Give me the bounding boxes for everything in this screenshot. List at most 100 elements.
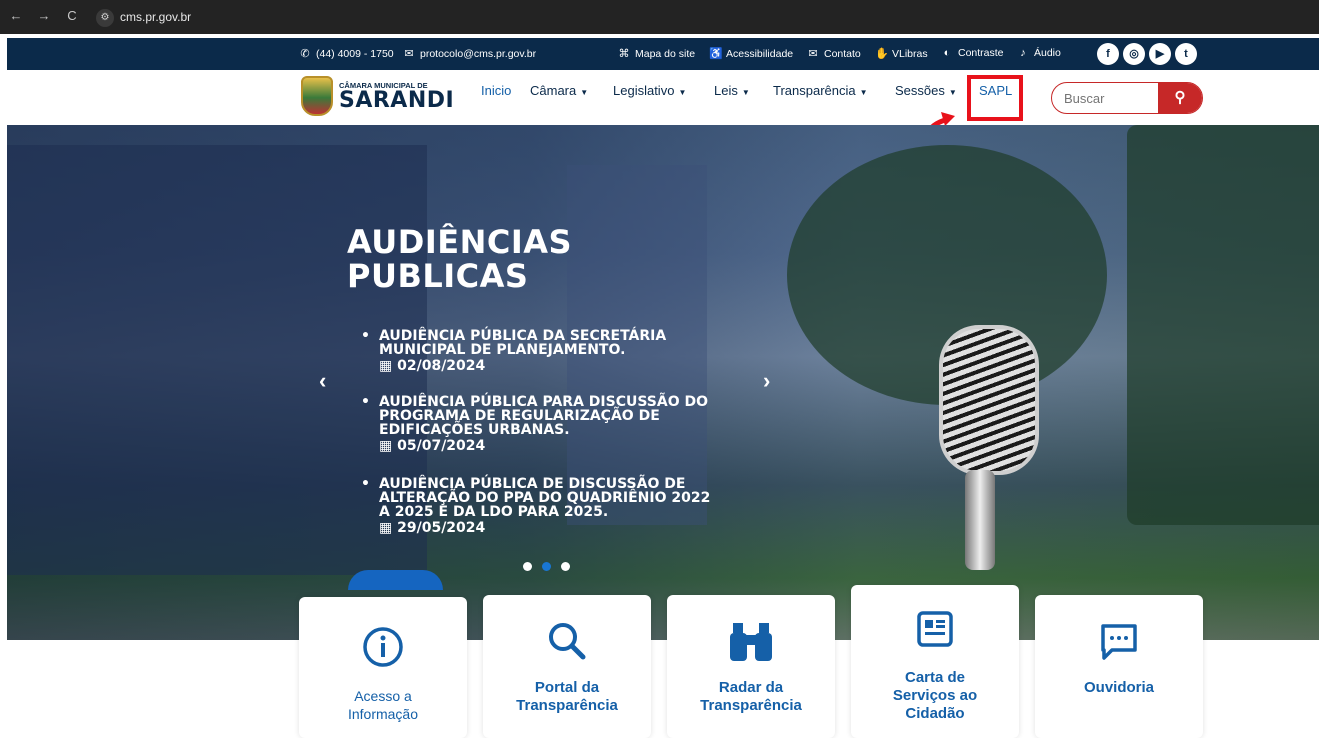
news-title-line: A 2025 E DA LDO PARA 2025.	[379, 504, 609, 520]
nav-legislativo[interactable]: Legislativo ▼	[613, 83, 686, 98]
nav-sessoes[interactable]: Sessões ▼	[895, 83, 957, 98]
contact-link[interactable]: ✉ Contato	[807, 47, 861, 61]
bullet-icon: •	[361, 394, 370, 410]
address-bar[interactable]: ⚙ cms.pr.gov.br	[96, 6, 1316, 28]
search-icon	[549, 623, 586, 660]
news-title-line: ALTERAÇÃO DO PPA DO QUADRIÊNIO 2022	[379, 490, 711, 506]
hero-title-line-1: AUDIÊNCIAS	[347, 223, 573, 261]
news-title-line: AUDIÊNCIA PÚBLICA DE DISCUSSÃO DE	[379, 476, 686, 492]
envelope-icon: ✉	[404, 48, 414, 60]
page: ✆ (44) 4009 - 1750 ✉ protocolo@cms.pr.go…	[7, 34, 1319, 738]
carousel-prev-arrow[interactable]: ‹	[319, 368, 326, 394]
audio-icon: ♪	[1020, 47, 1026, 59]
contact-envelope-icon: ✉	[808, 48, 818, 60]
microphone-icon	[929, 325, 1039, 570]
hero-title-line-2: PUBLICAS	[347, 257, 529, 295]
chevron-down-icon: ▼	[948, 87, 957, 97]
nav-leis[interactable]: Leis ▼	[714, 83, 750, 98]
hand-icon: ✋	[875, 48, 889, 60]
twitter-icon[interactable]: t	[1175, 43, 1197, 65]
card-label: Ouvidoria	[1083, 679, 1154, 696]
hero-title: AUDIÊNCIAS PUBLICAS	[347, 225, 572, 293]
site-logo[interactable]: CÂMARA MUNICIPAL DE SARANDI	[301, 76, 454, 116]
news-title-line: MUNICIPAL DE PLANEJAMENTO.	[379, 342, 626, 358]
carousel-dot-3[interactable]	[561, 562, 570, 571]
nav-transparencia[interactable]: Transparência ▼	[773, 83, 868, 98]
search-input[interactable]	[1052, 83, 1158, 113]
card-ouvidoria[interactable]: Ouvidoria	[1035, 595, 1203, 738]
coat-of-arms-icon	[301, 76, 333, 116]
news-date: 29/05/2024	[397, 520, 486, 536]
reload-button[interactable]: C	[64, 8, 80, 23]
accessibility-label: Acessibilidade	[726, 47, 794, 60]
instagram-icon[interactable]: ◎	[1123, 43, 1145, 65]
newspaper-icon	[917, 611, 953, 647]
email-contact[interactable]: ✉ protocolo@cms.pr.gov.br	[403, 47, 537, 61]
vlibras-label: VLibras	[892, 47, 928, 60]
accessibility-icon: ♿	[709, 48, 723, 60]
contact-label: Contato	[824, 47, 861, 60]
news-date: 02/08/2024	[397, 358, 486, 374]
top-info-bar: ✆ (44) 4009 - 1750 ✉ protocolo@cms.pr.go…	[7, 38, 1319, 70]
carousel-dot-1[interactable]	[523, 562, 532, 571]
hero-tab	[348, 570, 443, 590]
audio-link[interactable]: ♪ Áudio	[1017, 47, 1061, 59]
audio-label: Áudio	[1034, 47, 1061, 59]
url-text: cms.pr.gov.br	[120, 10, 192, 24]
card-carta-servicos[interactable]: Carta de Serviços ao Cidadão	[851, 585, 1019, 738]
sapl-highlight-box	[967, 75, 1023, 121]
carousel-next-arrow[interactable]: ›	[763, 368, 770, 394]
contrast-label: Contraste	[958, 47, 1004, 59]
phone-contact[interactable]: ✆ (44) 4009 - 1750	[299, 47, 394, 61]
email-text: protocolo@cms.pr.gov.br	[420, 47, 537, 60]
search-button[interactable]: ⚲	[1158, 83, 1202, 113]
chevron-down-icon: ▼	[859, 87, 868, 97]
card-label: Radar da Transparência	[700, 679, 802, 714]
tree-backdrop	[1127, 125, 1319, 525]
hero-carousel: AUDIÊNCIAS PUBLICAS • AUDIÊNCIA PÚBLICA …	[7, 125, 1319, 640]
binoculars-icon	[730, 623, 772, 661]
news-title-line: EDIFICAÇÕES URBANAS.	[379, 422, 570, 438]
sitemap-link[interactable]: ⌘ Mapa do site	[618, 47, 696, 61]
news-date: 05/07/2024	[397, 438, 486, 454]
carousel-dots	[523, 562, 570, 571]
youtube-icon[interactable]: ▶	[1149, 43, 1171, 65]
calendar-icon: ▦	[379, 438, 393, 454]
contrast-link[interactable]: ◐ Contraste	[941, 47, 1004, 59]
card-acesso-informacao[interactable]: Acesso a Informação	[299, 597, 467, 738]
sitemap-label: Mapa do site	[635, 47, 696, 60]
news-item[interactable]: • AUDIÊNCIA PÚBLICA DA SECRETÁRIA MUNICI…	[361, 328, 763, 374]
info-icon	[363, 627, 403, 667]
nav-camara[interactable]: Câmara ▼	[530, 83, 588, 98]
logo-title: SARANDI	[339, 87, 455, 113]
chevron-down-icon: ▼	[678, 87, 687, 97]
sitemap-icon: ⌘	[618, 48, 630, 60]
carousel-dot-2[interactable]	[542, 562, 551, 571]
site-settings-icon[interactable]: ⚙	[96, 8, 114, 27]
search-box: ⚲	[1051, 82, 1203, 114]
chat-icon	[1101, 624, 1137, 660]
contrast-icon: ◐	[943, 47, 951, 59]
nav-sessoes-label: Sessões	[895, 82, 945, 98]
browser-toolbar: ← → C ⚙ cms.pr.gov.br	[0, 0, 1319, 34]
calendar-icon: ▦	[379, 520, 393, 536]
phone-text: (44) 4009 - 1750	[316, 47, 394, 60]
back-button[interactable]: ←	[8, 8, 24, 23]
news-title-line: AUDIÊNCIA PÚBLICA PARA DISCUSSÃO DO	[379, 394, 709, 410]
news-item[interactable]: • AUDIÊNCIA PÚBLICA DE DISCUSSÃO DE ALTE…	[361, 476, 763, 536]
site-header: CÂMARA MUNICIPAL DE SARANDI Inicio Câmar…	[7, 70, 1319, 125]
news-item[interactable]: • AUDIÊNCIA PÚBLICA PARA DISCUSSÃO DO PR…	[361, 394, 763, 454]
nav-legislativo-label: Legislativo	[613, 82, 675, 98]
nav-inicio-label: Inicio	[481, 82, 512, 98]
accessibility-link[interactable]: ♿ Acessibilidade	[709, 47, 794, 61]
vlibras-link[interactable]: ✋ VLibras	[875, 47, 928, 61]
news-title-line: AUDIÊNCIA PÚBLICA DA SECRETÁRIA	[379, 328, 667, 344]
calendar-icon: ▦	[379, 358, 393, 374]
card-label: Carta de Serviços ao Cidadão	[892, 669, 978, 722]
nav-inicio[interactable]: Inicio	[481, 83, 511, 98]
facebook-icon[interactable]: f	[1097, 43, 1119, 65]
card-portal-transparencia[interactable]: Portal da Transparência	[483, 595, 651, 738]
bullet-icon: •	[361, 328, 370, 344]
card-radar-transparencia[interactable]: Radar da Transparência	[667, 595, 835, 738]
forward-button[interactable]: →	[36, 8, 52, 23]
